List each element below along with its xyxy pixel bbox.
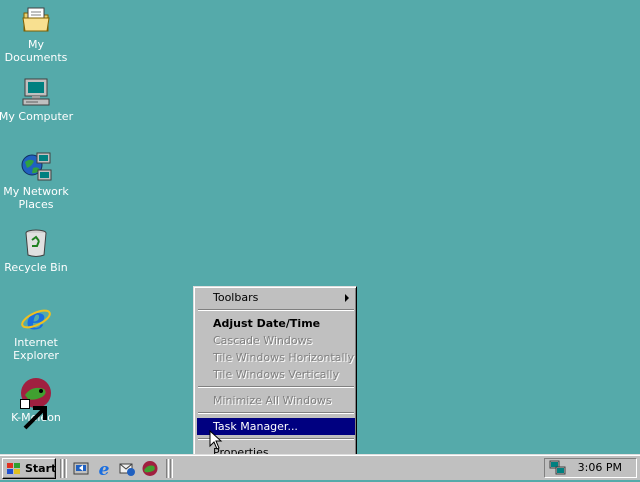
desktop-icon-label: Internet Explorer — [13, 336, 59, 362]
clock[interactable]: 3:06 PM — [578, 461, 622, 475]
internet-explorer-icon: e — [20, 302, 52, 334]
start-button[interactable]: Start — [2, 458, 56, 479]
menu-item-minimize-all: Minimize All Windows — [197, 392, 355, 409]
menu-item-label: Task Manager... — [213, 420, 298, 433]
menu-item-toolbars[interactable]: Toolbars — [197, 289, 355, 306]
desktop-icon-label: My Documents — [4, 38, 68, 64]
desktop-icon-recycle-bin[interactable]: Recycle Bin — [0, 227, 76, 274]
menu-separator — [198, 386, 354, 388]
menu-item-tile-horizontally: Tile Windows Horizontally — [197, 349, 355, 366]
menu-item-label: Cascade Windows — [213, 334, 313, 347]
taskbar-divider — [166, 459, 169, 478]
menu-item-label: Toolbars — [213, 291, 259, 304]
desktop-icon-internet-explorer[interactable]: e Internet Explorer — [0, 302, 76, 362]
internet-explorer-icon[interactable]: e — [95, 460, 113, 477]
windows-flag-icon — [6, 462, 22, 476]
network-places-icon — [20, 151, 52, 183]
menu-item-cascade-windows: Cascade Windows — [197, 332, 355, 349]
menu-separator — [198, 412, 354, 414]
svg-text:e: e — [26, 302, 45, 334]
shortcut-arrow-icon — [20, 399, 47, 430]
mouse-cursor-icon — [209, 429, 223, 450]
start-label: Start — [25, 462, 57, 475]
show-desktop-icon[interactable] — [72, 460, 90, 477]
menu-item-label: Adjust Date/Time — [213, 317, 321, 330]
desktop-icon-label: Recycle Bin — [4, 261, 68, 274]
menu-item-tile-vertically: Tile Windows Vertically — [197, 366, 355, 383]
menu-item-label: Minimize All Windows — [213, 394, 332, 407]
taskbar[interactable]: Start e 3:06 PM — [0, 454, 640, 480]
k-meleon-icon — [20, 377, 52, 430]
menu-item-label: Tile Windows Horizontally — [213, 351, 355, 364]
desktop-icon-my-documents[interactable]: My Documents — [0, 4, 76, 64]
submenu-arrow-icon — [345, 294, 349, 302]
folder-documents-icon — [20, 4, 52, 36]
recycle-bin-icon — [20, 227, 52, 259]
k-meleon-icon[interactable] — [141, 460, 159, 477]
computer-icon — [20, 76, 52, 108]
menu-separator — [198, 309, 354, 311]
desktop-icon-label: My Network Places — [3, 185, 69, 211]
menu-item-label: Tile Windows Vertically — [213, 368, 340, 381]
network-tray-icon[interactable] — [549, 460, 567, 476]
taskbar-divider — [64, 459, 67, 478]
desktop-icon-my-computer[interactable]: My Computer — [0, 76, 76, 123]
taskbar-divider — [60, 459, 63, 478]
desktop-icon-my-network-places[interactable]: My Network Places — [0, 151, 76, 211]
menu-item-adjust-date-time[interactable]: Adjust Date/Time — [197, 315, 355, 332]
desktop-icon-label: My Computer — [0, 110, 74, 123]
desktop-icon-k-meleon[interactable]: K-Meleon — [0, 377, 76, 430]
system-tray: 3:06 PM — [544, 458, 637, 478]
outlook-express-icon[interactable] — [118, 460, 136, 477]
desktop[interactable]: My Documents My Computer My Network Plac… — [0, 0, 640, 463]
taskbar-divider — [170, 459, 173, 478]
svg-text:e: e — [99, 460, 110, 477]
